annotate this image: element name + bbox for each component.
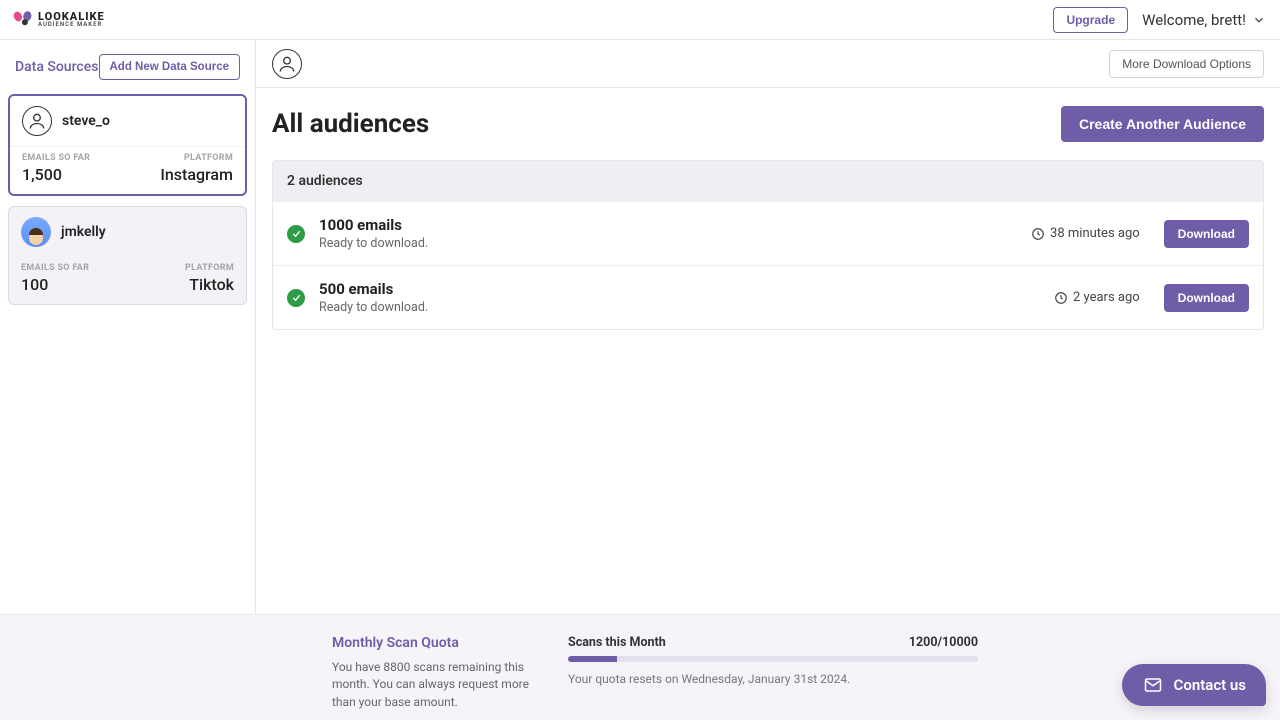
audience-status: Ready to download.	[319, 300, 1040, 315]
check-circle-icon	[287, 289, 305, 307]
mail-icon	[1142, 676, 1164, 694]
clock-icon	[1031, 227, 1045, 241]
platform-label: PLATFORM	[185, 263, 234, 273]
sidebar: Data Sources Add New Data Source steve_o…	[0, 40, 256, 614]
brand-logo-block: LOOKALIKE AUDIENCE MAKER	[14, 11, 105, 29]
chevron-down-icon	[1252, 13, 1266, 27]
selected-source-avatar-icon	[272, 49, 302, 79]
platform-value: Instagram	[160, 165, 233, 184]
scans-value: 1200/10000	[909, 635, 978, 650]
data-source-card[interactable]: steve_o EMAILS SO FAR 1,500 PLATFORM Ins…	[8, 94, 247, 196]
data-source-name: steve_o	[62, 113, 110, 129]
quota-progress-bar	[568, 656, 978, 662]
contact-us-button[interactable]: Contact us	[1122, 664, 1266, 706]
timestamp-text: 38 minutes ago	[1050, 226, 1140, 241]
audiences-count-header: 2 audiences	[273, 161, 1263, 201]
add-data-source-button[interactable]: Add New Data Source	[99, 54, 241, 80]
page-title: All audiences	[272, 109, 429, 139]
emails-value: 100	[21, 275, 89, 294]
emails-label: EMAILS SO FAR	[21, 263, 89, 273]
user-menu[interactable]: Welcome, brett!	[1142, 11, 1266, 29]
data-source-name: jmkelly	[61, 224, 106, 240]
audiences-panel: 2 audiences 1000 emails Ready to downloa…	[272, 160, 1264, 330]
scans-label: Scans this Month	[568, 635, 666, 650]
quota-title: Monthly Scan Quota	[332, 635, 532, 651]
clock-icon	[1054, 291, 1068, 305]
download-button[interactable]: Download	[1164, 220, 1249, 248]
emails-value: 1,500	[22, 165, 90, 184]
quota-progress-fill	[568, 656, 617, 662]
timestamp-text: 2 years ago	[1073, 290, 1140, 305]
download-button[interactable]: Download	[1164, 284, 1249, 312]
upgrade-button[interactable]: Upgrade	[1053, 7, 1128, 33]
audience-timestamp: 2 years ago	[1054, 290, 1140, 305]
audience-row: 1000 emails Ready to download. 38 minute…	[273, 201, 1263, 265]
platform-value: Tiktok	[189, 275, 234, 294]
audience-row: 500 emails Ready to download. 2 years ag…	[273, 265, 1263, 329]
welcome-text: Welcome, brett!	[1142, 11, 1246, 29]
brand-mark-icon	[14, 11, 32, 29]
quota-footer: Monthly Scan Quota You have 8800 scans r…	[0, 614, 1280, 720]
quota-reset-text: Your quota resets on Wednesday, January …	[568, 672, 978, 686]
more-download-options-button[interactable]: More Download Options	[1109, 50, 1264, 78]
avatar-icon	[22, 106, 52, 136]
sidebar-title: Data Sources	[15, 59, 98, 75]
audience-status: Ready to download.	[319, 236, 1017, 251]
audience-title: 1000 emails	[319, 216, 1017, 234]
contact-us-label: Contact us	[1174, 676, 1246, 694]
create-audience-button[interactable]: Create Another Audience	[1061, 106, 1264, 142]
check-circle-icon	[287, 225, 305, 243]
emails-label: EMAILS SO FAR	[22, 153, 90, 163]
audience-title: 500 emails	[319, 280, 1040, 298]
avatar-icon	[21, 217, 51, 247]
audience-timestamp: 38 minutes ago	[1031, 226, 1140, 241]
data-source-card[interactable]: jmkelly EMAILS SO FAR 100 PLATFORM Tikto…	[8, 206, 247, 305]
platform-label: PLATFORM	[184, 153, 233, 163]
quota-description: You have 8800 scans remaining this month…	[332, 659, 532, 711]
brand-subtitle: AUDIENCE MAKER	[38, 22, 105, 28]
